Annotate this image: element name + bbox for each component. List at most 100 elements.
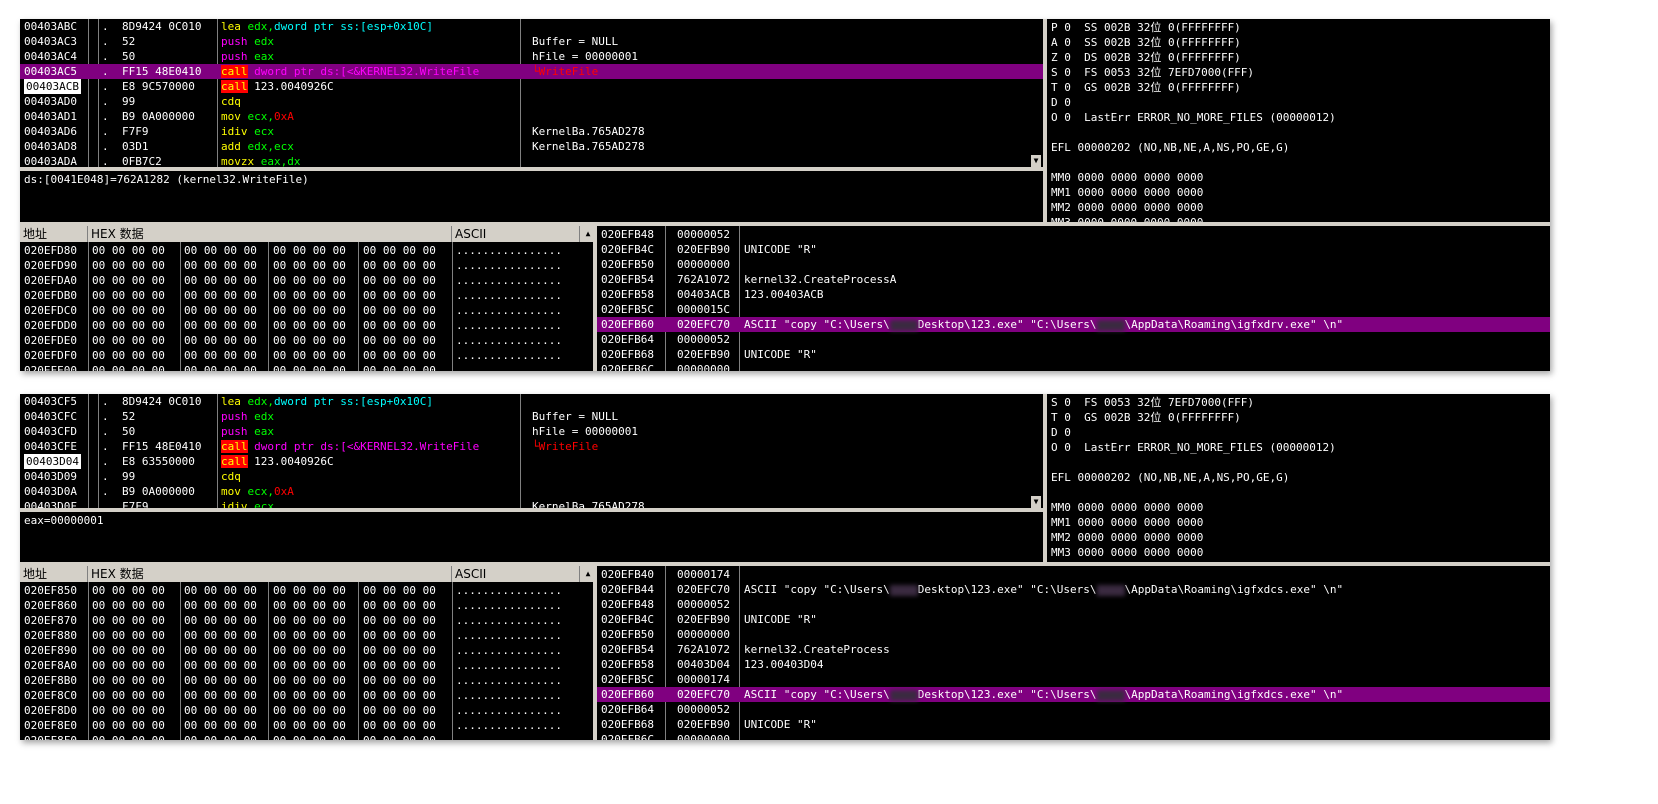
disasm-row[interactable]: 00403ABC. 8D9424 0C010 lea edx,dword ptr s…	[20, 19, 1043, 34]
disasm-row[interactable]: 00403AC3. 52 push edx Buffer = NULL	[20, 34, 1043, 49]
disasm-row[interactable]: 00403AD6. F7F9 idiv ecx KernelBa.765AD278	[20, 124, 1043, 139]
stack-row[interactable]: 020EFB68 020EFB90 UNICODE "R"	[597, 347, 1550, 362]
disasm-row[interactable]: 00403CF5. 8D9424 0C010 lea edx,dword ptr s…	[20, 394, 1043, 409]
register-line[interactable]: MM0 0000 0000 0000 0000	[1051, 500, 1203, 515]
dump-row[interactable]: 020EFDF0 00 00 00 00 00 00 00 00 00 00 00 0…	[20, 348, 593, 363]
stack-row[interactable]: 020EFB64 00000052	[597, 702, 1550, 717]
stack-row[interactable]: 020EFB58 00403ACB 123.00403ACB	[597, 287, 1550, 302]
stack-pane[interactable]: 020EFB48 00000052 020EFB4C 020EFB90 UNICODE …	[597, 226, 1550, 371]
register-line[interactable]: Z 0 DS 002B 32位 0(FFFFFFFF)	[1051, 50, 1241, 65]
stack-row[interactable]: 020EFB54 762A1072 kernel32.CreateProcess	[597, 642, 1550, 657]
dump-row[interactable]: 020EFD90 00 00 00 00 00 00 00 00 00 00 00 0…	[20, 258, 593, 273]
scroll-down-icon[interactable]: ▼	[1031, 156, 1041, 166]
disassembly-pane[interactable]: 00403ABC. 8D9424 0C010 lea edx,dword ptr s…	[20, 19, 1043, 169]
stack-row[interactable]: 020EFB64 00000052	[597, 332, 1550, 347]
stack-row[interactable]: 020EFB40 00000174	[597, 567, 1550, 582]
register-line[interactable]: MM2 0000 0000 0000 0000	[1051, 200, 1203, 215]
register-line[interactable]: P 0 SS 002B 32位 0(FFFFFFFF)	[1051, 20, 1241, 35]
stack-row[interactable]: 020EFB58 00403D04 123.00403D04	[597, 657, 1550, 672]
dump-row[interactable]: 020EF8B0 00 00 00 00 00 00 00 00 00 00 00 0…	[20, 673, 593, 688]
dump-header-address[interactable]: 地址	[20, 566, 88, 582]
dump-row[interactable]: 020EF8F0 00 00 00 00 00 00 00 00 00 00 00 0…	[20, 733, 593, 740]
stack-row[interactable]: 020EFB68 020EFB90 UNICODE "R"	[597, 717, 1550, 732]
dump-header-ascii[interactable]: ASCII	[452, 226, 580, 242]
disasm-row[interactable]: 00403CFE. FF15 48E0410 call dword ptr ds:[…	[20, 439, 1043, 454]
stack-row[interactable]: 020EFB54 762A1072 kernel32.CreateProcessA	[597, 272, 1550, 287]
register-line[interactable]: T 0 GS 002B 32位 0(FFFFFFFF)	[1051, 410, 1241, 425]
register-line[interactable]: T 0 GS 002B 32位 0(FFFFFFFF)	[1051, 80, 1241, 95]
register-line[interactable]: O 0 LastErr ERROR_NO_MORE_FILES (0000001…	[1051, 440, 1336, 455]
register-line[interactable]: MM1 0000 0000 0000 0000	[1051, 515, 1203, 530]
disasm-row[interactable]: 00403CFC. 52 push edx Buffer = NULL	[20, 409, 1043, 424]
register-line[interactable]: A 0 SS 002B 32位 0(FFFFFFFF)	[1051, 35, 1241, 50]
register-line[interactable]: D 0	[1051, 95, 1071, 110]
disasm-row[interactable]: 00403AD0. 99 cdq	[20, 94, 1043, 109]
stack-row[interactable]: 020EFB50 00000000	[597, 257, 1550, 272]
disasm-row[interactable]: 00403D09. 99 cdq	[20, 469, 1043, 484]
register-line[interactable]: MM1 0000 0000 0000 0000	[1051, 185, 1203, 200]
dump-row[interactable]: 020EFDC0 00 00 00 00 00 00 00 00 00 00 00 0…	[20, 303, 593, 318]
scroll-up-icon[interactable]: ▲	[583, 229, 593, 239]
stack-row[interactable]: 020EFB48 00000052	[597, 597, 1550, 612]
registers-pane[interactable]: P 0 SS 002B 32位 0(FFFFFFFF) A 0 SS 002B 3…	[1047, 19, 1550, 222]
dump-row[interactable]: 020EF880 00 00 00 00 00 00 00 00 00 00 00 0…	[20, 628, 593, 643]
dump-header-ascii[interactable]: ASCII	[452, 566, 580, 582]
stack-row[interactable]: 020EFB6C 00000000	[597, 732, 1550, 740]
dump-row[interactable]: 020EFDD0 00 00 00 00 00 00 00 00 00 00 00 0…	[20, 318, 593, 333]
register-line[interactable]: EFL 00000202 (NO,NB,NE,A,NS,PO,GE,G)	[1051, 140, 1289, 155]
register-line[interactable]: MM2 0000 0000 0000 0000	[1051, 530, 1203, 545]
register-line[interactable]: O 0 LastErr ERROR_NO_MORE_FILES (0000001…	[1051, 110, 1336, 125]
dump-row[interactable]: 020EF870 00 00 00 00 00 00 00 00 00 00 00 0…	[20, 613, 593, 628]
disasm-row[interactable]: 00403D0A. B9 0A000000 mov ecx,0xA	[20, 484, 1043, 499]
dump-row[interactable]: 020EFE00 00 00 00 00 00 00 00 00 00 00 00 0…	[20, 363, 593, 371]
registers-pane[interactable]: S 0 FS 0053 32位 7EFD7000(FFF) T 0 GS 002B…	[1047, 394, 1520, 562]
stack-pane[interactable]: 020EFB40 00000174 020EFB44 020EFC70 ASCII "c…	[597, 566, 1550, 740]
dump-row[interactable]: 020EF850 00 00 00 00 00 00 00 00 00 00 00 0…	[20, 583, 593, 598]
register-line[interactable]: MM3 0000 0000 0000 0000	[1051, 545, 1203, 560]
dump-row[interactable]: 020EFDE0 00 00 00 00 00 00 00 00 00 00 00 0…	[20, 333, 593, 348]
dump-row[interactable]: 020EFDA0 00 00 00 00 00 00 00 00 00 00 00 0…	[20, 273, 593, 288]
stack-row[interactable]: 020EFB6C 00000000	[597, 362, 1550, 371]
disasm-row[interactable]: 00403ACB. E8 9C570000 call 123.0040926C	[20, 79, 1043, 94]
register-line[interactable]: MM0 0000 0000 0000 0000	[1051, 170, 1203, 185]
dump-row[interactable]: 020EF8A0 00 00 00 00 00 00 00 00 00 00 00 0…	[20, 658, 593, 673]
stack-row[interactable]: 020EFB44 020EFC70 ASCII "copy "C:\Users\ De…	[597, 582, 1550, 597]
hex-dump-pane[interactable]: 地址 HEX 数据 ASCII ▲ 020EFD80 00 00 00 00 00 00 0…	[20, 226, 593, 371]
disassembly-scrollbar[interactable]: ▼	[1031, 496, 1041, 508]
disasm-row[interactable]: 00403CFD. 50 push eax hFile = 00000001	[20, 424, 1043, 439]
stack-row[interactable]: 020EFB60 020EFC70 ASCII "copy "C:\Users\ De…	[597, 687, 1550, 702]
dump-header-hex[interactable]: HEX 数据	[88, 226, 452, 242]
dump-row[interactable]: 020EF8E0 00 00 00 00 00 00 00 00 00 00 00 0…	[20, 718, 593, 733]
register-line[interactable]: S 0 FS 0053 32位 7EFD7000(FFF)	[1051, 65, 1254, 80]
stack-row[interactable]: 020EFB50 00000000	[597, 627, 1550, 642]
dump-header[interactable]: 地址 HEX 数据 ASCII	[20, 226, 593, 242]
stack-row[interactable]: 020EFB4C 020EFB90 UNICODE "R"	[597, 242, 1550, 257]
dump-scrollbar[interactable]: ▲	[583, 566, 593, 582]
disasm-row[interactable]: 00403AC4. 50 push eax hFile = 00000001	[20, 49, 1043, 64]
dump-row[interactable]: 020EF8D0 00 00 00 00 00 00 00 00 00 00 00 0…	[20, 703, 593, 718]
dump-row[interactable]: 020EF8C0 00 00 00 00 00 00 00 00 00 00 00 0…	[20, 688, 593, 703]
disassembly-scrollbar[interactable]: ▼	[1031, 155, 1041, 167]
stack-row[interactable]: 020EFB5C 0000015C	[597, 302, 1550, 317]
dump-row[interactable]: 020EF890 00 00 00 00 00 00 00 00 00 00 00 0…	[20, 643, 593, 658]
disasm-row[interactable]: 00403D04. E8 63550000 call 123.0040926C	[20, 454, 1043, 469]
dump-header-address[interactable]: 地址	[20, 226, 88, 242]
stack-row[interactable]: 020EFB5C 00000174	[597, 672, 1550, 687]
stack-row[interactable]: 020EFB4C 020EFB90 UNICODE "R"	[597, 612, 1550, 627]
register-line[interactable]: D 0	[1051, 425, 1071, 440]
dump-header-hex[interactable]: HEX 数据	[88, 566, 452, 582]
disasm-row[interactable]: 00403AD8. 03D1 add edx,ecx KernelBa.765AD27…	[20, 139, 1043, 154]
dump-row[interactable]: 020EFDB0 00 00 00 00 00 00 00 00 00 00 00 0…	[20, 288, 593, 303]
dump-header[interactable]: 地址 HEX 数据 ASCII	[20, 566, 593, 582]
hex-dump-pane[interactable]: 地址 HEX 数据 ASCII ▲ 020EF850 00 00 00 00 00 00 0…	[20, 566, 593, 740]
register-line[interactable]: EFL 00000202 (NO,NB,NE,A,NS,PO,GE,G)	[1051, 470, 1289, 485]
scroll-up-icon[interactable]: ▲	[583, 569, 593, 579]
disasm-row[interactable]: 00403AD1. B9 0A000000 mov ecx,0xA	[20, 109, 1043, 124]
stack-row[interactable]: 020EFB48 00000052	[597, 227, 1550, 242]
disasm-row[interactable]: 00403AC5. FF15 48E0410 call dword ptr ds:[…	[20, 64, 1043, 79]
disassembly-pane[interactable]: 00403CF5. 8D9424 0C010 lea edx,dword ptr s…	[20, 394, 1043, 510]
scroll-down-icon[interactable]: ▼	[1031, 497, 1041, 507]
dump-scrollbar[interactable]: ▲	[583, 226, 593, 242]
dump-row[interactable]: 020EF860 00 00 00 00 00 00 00 00 00 00 00 0…	[20, 598, 593, 613]
register-line[interactable]: MM3 0000 0000 0000 0000	[1051, 215, 1203, 222]
